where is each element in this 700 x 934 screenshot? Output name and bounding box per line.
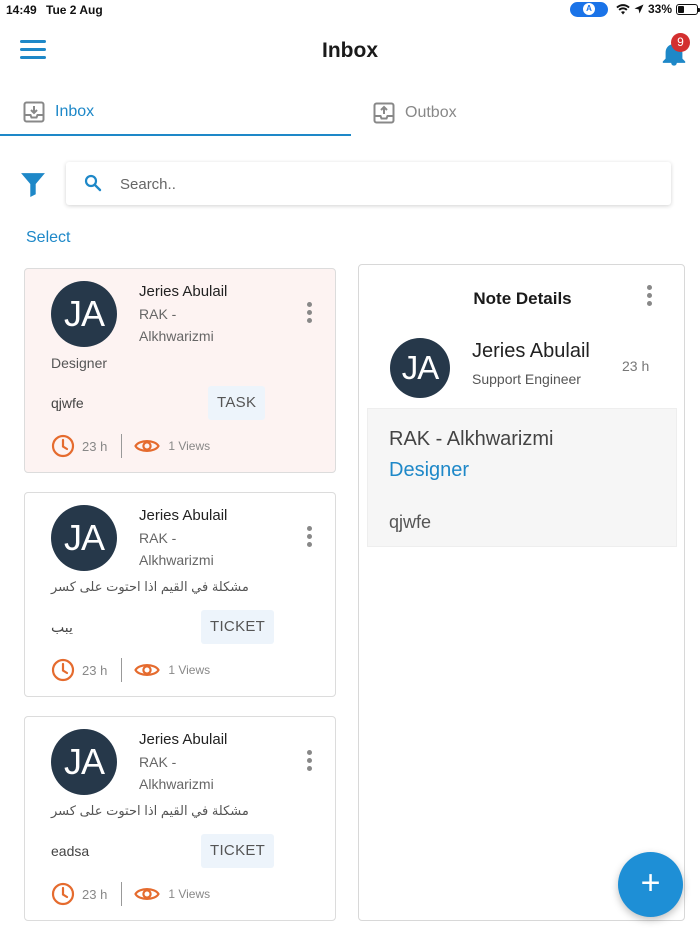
sender-name: Jeries Abulail [139, 507, 228, 524]
note-sender-name: Jeries Abulail [472, 340, 590, 362]
type-tag: TASK [208, 386, 266, 420]
note-time: 23 h [622, 358, 650, 374]
message-card[interactable]: JA Jeries Abulail RAK - Alkhwarizmi Desi… [24, 268, 336, 473]
select-link[interactable]: Select [26, 229, 70, 247]
wifi-icon [616, 3, 630, 14]
clock-icon [51, 658, 75, 682]
sender-name: Jeries Abulail [139, 731, 228, 748]
message-subject: Designer [51, 355, 108, 371]
view-count: 1 Views [168, 663, 211, 677]
tab-inbox[interactable]: Inbox [0, 90, 351, 136]
clock-icon [51, 882, 75, 906]
message-body: يبب [51, 619, 73, 635]
sender-org: RAK - [139, 754, 177, 770]
sender-org: Alkhwarizmi [139, 328, 214, 344]
note-org: RAK - Alkhwarizmi [389, 428, 554, 450]
location-arrow-icon [634, 4, 644, 14]
message-time: 23 h [82, 438, 108, 454]
message-meta: 23 h 1 Views [51, 657, 210, 683]
outbox-tray-icon [373, 102, 395, 124]
message-subject: مشكلة في القيم اذا احتوت على كسر [51, 579, 249, 594]
more-options-icon[interactable] [639, 285, 659, 311]
inbox-tray-icon [23, 101, 45, 123]
sender-org: Alkhwarizmi [139, 552, 214, 568]
top-bar: Inbox 9 [0, 20, 700, 84]
status-bar: 14:49 Tue 2 Aug A 33% [0, 0, 700, 20]
tab-inbox-label: Inbox [55, 103, 95, 120]
status-time: 14:49 [6, 3, 37, 17]
eye-icon [134, 440, 161, 452]
clock-icon [51, 434, 75, 458]
message-body: qjwfe [51, 395, 84, 411]
more-options-icon[interactable] [299, 750, 319, 776]
more-options-icon[interactable] [299, 526, 319, 552]
battery-icon [676, 3, 700, 15]
message-meta: 23 h 1 Views [51, 433, 210, 459]
page-title: Inbox [322, 39, 378, 62]
message-card[interactable]: JA Jeries Abulail RAK - Alkhwarizmi مشكل… [24, 492, 336, 697]
location-pill-icon: A [570, 2, 608, 17]
search-input[interactable] [120, 170, 650, 198]
tab-outbox-label: Outbox [405, 104, 457, 121]
type-tag: TICKET [201, 834, 275, 868]
status-date: Tue 2 Aug [46, 3, 103, 17]
view-count: 1 Views [168, 887, 211, 901]
add-button[interactable]: + [618, 852, 683, 917]
avatar: JA [51, 281, 117, 347]
message-meta: 23 h 1 Views [51, 881, 210, 907]
battery-percent: 33% [648, 2, 673, 16]
message-body: eadsa [51, 843, 90, 859]
avatar: JA [51, 729, 117, 795]
note-tag: Designer [389, 459, 470, 481]
message-subject: مشكلة في القيم اذا احتوت على كسر [51, 803, 249, 818]
avatar: JA [51, 505, 117, 571]
eye-icon [134, 888, 161, 900]
sender-org: Alkhwarizmi [139, 776, 214, 792]
sender-org: RAK - [139, 306, 177, 322]
view-count: 1 Views [168, 439, 211, 453]
message-time: 23 h [82, 886, 108, 902]
eye-icon [134, 664, 161, 676]
message-time: 23 h [82, 662, 108, 678]
search-icon [84, 174, 102, 192]
note-sender-role: Support Engineer [472, 371, 581, 387]
notification-badge[interactable]: 9 [671, 33, 690, 52]
avatar: JA [390, 338, 450, 398]
search-bar[interactable] [66, 162, 671, 205]
sender-org: RAK - [139, 530, 177, 546]
tab-outbox[interactable]: Outbox [351, 90, 700, 136]
more-options-icon[interactable] [299, 302, 319, 328]
message-card[interactable]: JA Jeries Abulail RAK - Alkhwarizmi مشكل… [24, 716, 336, 921]
sender-name: Jeries Abulail [139, 283, 228, 300]
type-tag: TICKET [201, 610, 275, 644]
status-right: 33% [616, 2, 700, 16]
note-details-title: Note Details [473, 289, 572, 308]
note-text: qjwfe [389, 512, 432, 532]
tab-bar: Inbox Outbox [0, 90, 700, 136]
filter-funnel-icon[interactable] [20, 171, 46, 197]
note-details-panel: Note Details JA Jeries Abulail Support E… [358, 264, 685, 921]
